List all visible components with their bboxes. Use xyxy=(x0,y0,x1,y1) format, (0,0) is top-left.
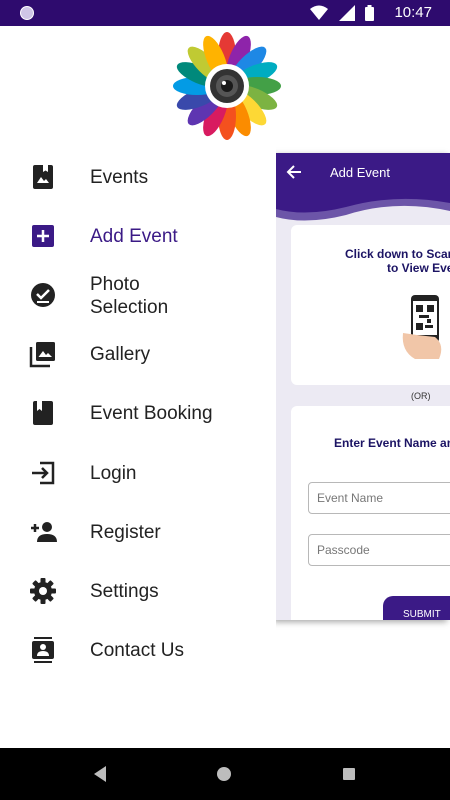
photo-library-icon xyxy=(29,342,55,368)
menu-label-photo-selection: Photo Selection xyxy=(90,274,169,318)
event-name-field[interactable]: Event Name xyxy=(308,482,450,514)
add-box-icon xyxy=(32,225,54,247)
check-circle-icon xyxy=(31,283,55,307)
back-arrow-icon[interactable] xyxy=(286,164,302,180)
scan-card[interactable]: Click down to Scan to View Eve xyxy=(291,225,450,385)
event-form-card: Enter Event Name and Event Name Passcode… xyxy=(291,406,450,620)
passcode-field[interactable]: Passcode xyxy=(308,534,450,566)
menu-label-gallery: Gallery xyxy=(90,344,151,365)
qr-phone-icon[interactable] xyxy=(399,293,449,363)
toolbar: Add Event xyxy=(276,153,450,193)
bookmark-book-icon xyxy=(33,401,53,425)
back-nav-icon[interactable] xyxy=(92,765,108,783)
menu-label-settings: Settings xyxy=(90,581,159,602)
add-event-screen: Add Event Click down to Scan to View Eve… xyxy=(276,153,450,620)
menu-label-contact-us: Contact Us xyxy=(90,640,184,661)
login-icon xyxy=(32,461,55,485)
event-name-placeholder: Event Name xyxy=(317,491,384,505)
or-divider: (OR) xyxy=(411,391,431,401)
home-nav-icon[interactable] xyxy=(217,767,231,781)
menu-item-register[interactable]: Register xyxy=(0,505,276,559)
header-wave xyxy=(276,193,450,227)
passcode-placeholder: Passcode xyxy=(317,543,370,557)
menu-item-gallery[interactable]: Gallery xyxy=(0,327,276,381)
menu-label-events: Events xyxy=(90,167,149,188)
photo-album-icon xyxy=(33,165,53,189)
navigation-drawer: Events Add Event Photo Selection Gallery xyxy=(0,26,281,748)
notification-icon xyxy=(20,6,34,20)
form-heading: Enter Event Name and xyxy=(334,436,450,450)
recents-nav-icon[interactable] xyxy=(343,768,355,780)
menu-item-add-event[interactable]: Add Event xyxy=(0,209,276,263)
menu-label-event-booking: Event Booking xyxy=(90,403,213,424)
wifi-icon xyxy=(310,5,329,20)
menu-item-photo-selection[interactable]: Photo Selection xyxy=(0,269,276,335)
system-navigation-bar xyxy=(0,748,450,800)
menu-item-login[interactable]: Login xyxy=(0,446,276,500)
menu-item-settings[interactable]: Settings xyxy=(0,564,276,618)
scan-instruction-2: to View Eve xyxy=(387,261,450,275)
gear-icon xyxy=(30,578,56,604)
menu-item-contact-us[interactable]: Contact Us xyxy=(0,623,276,677)
app-logo xyxy=(173,32,281,140)
menu-label-login: Login xyxy=(90,463,137,484)
contacts-icon xyxy=(32,637,54,663)
toolbar-title: Add Event xyxy=(330,165,390,180)
menu-item-events[interactable]: Events xyxy=(0,150,276,204)
submit-label: SUBMIT xyxy=(403,609,441,620)
menu-label-register: Register xyxy=(90,522,161,543)
status-bar: 10:47 xyxy=(0,0,450,26)
signal-icon xyxy=(338,5,355,21)
battery-icon xyxy=(365,5,374,21)
person-add-icon xyxy=(31,522,57,542)
status-icons xyxy=(304,5,374,21)
submit-button[interactable]: SUBMIT xyxy=(383,596,450,620)
scan-instruction: Click down to Scan xyxy=(345,247,450,261)
clock: 10:47 xyxy=(394,4,432,21)
menu-item-event-booking[interactable]: Event Booking xyxy=(0,386,276,440)
menu-label-add-event: Add Event xyxy=(90,226,178,247)
